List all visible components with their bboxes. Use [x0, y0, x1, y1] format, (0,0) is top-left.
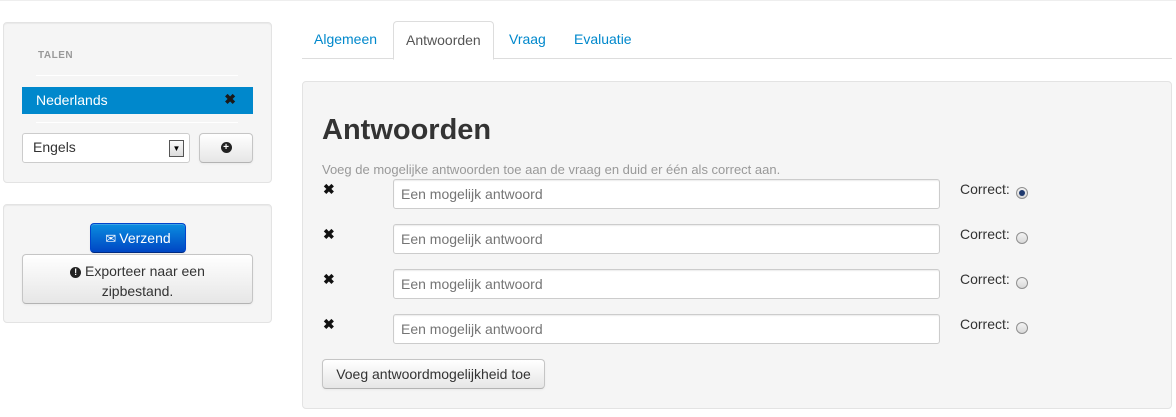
tab-evaluation[interactable]: Evaluatie: [562, 21, 644, 59]
tab-bar: Algemeen Antwoorden Vraag Evaluatie: [302, 21, 1172, 60]
language-item-label: Nederlands: [36, 92, 108, 108]
add-answer-button[interactable]: Voeg antwoordmogelijkheid toe: [322, 359, 545, 389]
add-language-button[interactable]: +: [199, 133, 253, 163]
answers-panel: Antwoorden Voeg de mogelijke antwoorden …: [302, 81, 1172, 409]
divider: [36, 122, 238, 123]
correct-radio[interactable]: [1016, 187, 1028, 199]
remove-answer-icon[interactable]: ✖: [323, 316, 335, 333]
answer-input[interactable]: [393, 179, 940, 209]
remove-language-icon[interactable]: ✖: [224, 91, 236, 108]
correct-label: Correct:: [960, 181, 1010, 197]
correct-radio[interactable]: [1016, 322, 1028, 334]
languages-panel: TALEN Nederlands ✖ Engels ▼ +: [3, 22, 272, 183]
answer-input[interactable]: [393, 269, 940, 299]
tab-question[interactable]: Vraag: [497, 21, 558, 59]
chevron-down-icon[interactable]: ▼: [169, 140, 184, 157]
correct-label: Correct:: [960, 226, 1010, 242]
export-label-line1: Exporteer naar een: [85, 263, 205, 279]
correct-radio[interactable]: [1016, 277, 1028, 289]
answer-input[interactable]: [393, 314, 940, 344]
remove-answer-icon[interactable]: ✖: [323, 181, 335, 198]
send-button[interactable]: ✉ Verzend: [90, 223, 186, 253]
remove-answer-icon[interactable]: ✖: [323, 226, 335, 243]
remove-answer-icon[interactable]: ✖: [323, 271, 335, 288]
correct-label: Correct:: [960, 316, 1010, 332]
export-label-line2: zipbestand.: [101, 283, 174, 299]
exclamation-circle-icon: !: [70, 267, 82, 278]
answer-input[interactable]: [393, 224, 940, 254]
actions-panel: ✉ Verzend ! Exporteer naar een zipbestand…: [3, 204, 272, 323]
language-item-active[interactable]: Nederlands ✖: [22, 87, 253, 114]
divider: [36, 75, 238, 76]
plus-circle-icon: +: [220, 142, 232, 153]
correct-radio[interactable]: [1016, 232, 1028, 244]
top-border: [0, 0, 1176, 1]
export-zip-button[interactable]: ! Exporteer naar een zipbestand.: [22, 254, 253, 304]
language-select[interactable]: Engels ▼: [22, 133, 190, 163]
help-text: Voeg de mogelijke antwoorden toe aan de …: [322, 162, 781, 177]
page-title: Antwoorden: [322, 114, 492, 146]
correct-label: Correct:: [960, 271, 1010, 287]
tab-general[interactable]: Algemeen: [302, 21, 389, 59]
envelope-icon: ✉: [105, 231, 117, 246]
language-select-value: Engels: [33, 139, 76, 155]
languages-header: TALEN: [38, 50, 74, 61]
tab-answers[interactable]: Antwoorden: [393, 21, 494, 60]
send-button-label: Verzend: [119, 230, 171, 246]
